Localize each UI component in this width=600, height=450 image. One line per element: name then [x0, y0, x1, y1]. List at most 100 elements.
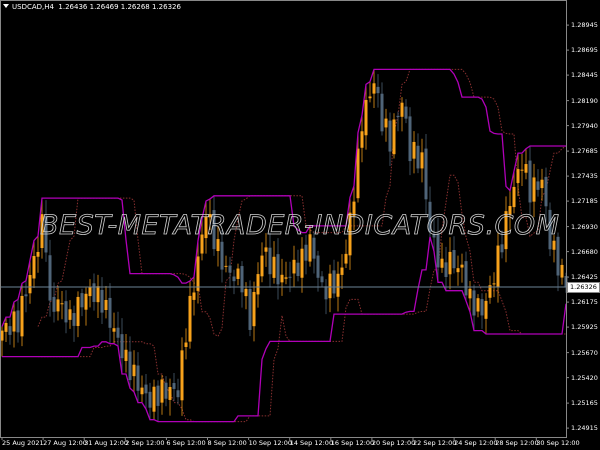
candle-bear [556, 236, 560, 276]
candle-bear [380, 93, 384, 132]
candle-bull [516, 169, 520, 183]
candle-bear [220, 241, 224, 270]
y-tick-label: 1.25420 [571, 373, 598, 382]
y-tick-label: 1.27685 [571, 147, 598, 156]
candle-bull [32, 256, 36, 279]
ohlc-low: 1.26268 [120, 3, 150, 11]
x-tick-label: 10 Sep 12:00 [248, 439, 292, 447]
candle-bull [184, 342, 188, 347]
candle-bull [356, 148, 360, 199]
candle-bull [236, 268, 240, 279]
x-tick-label: 30 Sep 12:00 [536, 439, 580, 447]
x-tick-label: 27 Aug 12:00 [43, 439, 87, 447]
candle-bear [536, 181, 540, 190]
candle-bear [408, 116, 412, 162]
candle-bear [164, 382, 168, 399]
candle-bull [36, 251, 40, 257]
ohlc-open: 1.26436 [58, 3, 88, 11]
watermark: BEST-METATRADER-INDICATORS.COM [40, 210, 560, 241]
x-tick-label: 25 Aug 2021 [2, 439, 44, 447]
candle-bull [84, 293, 88, 310]
candle-bull [68, 309, 72, 320]
ohlc-high: 1.26469 [89, 3, 119, 11]
x-tick-label: 8 Sep 12:00 [207, 439, 247, 447]
ohlc-close: 1.26326 [151, 3, 181, 11]
candle-bear [156, 385, 160, 406]
current-price-label: 1.26326 [567, 282, 600, 293]
y-tick-label: 1.27185 [571, 197, 598, 206]
candle-bull [448, 251, 452, 275]
y-tick-label: 1.26680 [571, 247, 598, 256]
candle-bull [104, 299, 108, 310]
candle-bull [256, 274, 260, 295]
candle-bear [108, 297, 112, 328]
candle-bull [468, 288, 472, 299]
y-tick-label: 1.27940 [571, 121, 598, 130]
candle-bull [524, 164, 528, 173]
candle-bull [520, 169, 524, 171]
candle-bull [456, 268, 460, 273]
candle-bear [376, 86, 380, 94]
candle-bear [116, 327, 120, 338]
candle-bull [440, 258, 444, 268]
candle-bull [532, 177, 536, 202]
candle-bull [224, 265, 228, 267]
x-tick-label: 20 Sep 12:00 [371, 439, 416, 447]
candle-bull [180, 350, 184, 401]
candle-bear [72, 313, 76, 326]
y-tick-label: 1.26175 [571, 298, 598, 307]
candle-bear [48, 255, 52, 301]
candle-bear [248, 288, 252, 330]
x-tick-label: 2 Sep 12:00 [125, 439, 165, 447]
y-tick-label: 1.27435 [571, 172, 598, 181]
candle-bull [540, 179, 544, 189]
x-tick-label: 6 Sep 12:00 [166, 439, 206, 447]
candle-bull [244, 288, 248, 297]
candle-bull [328, 273, 332, 299]
candle-bear [228, 265, 232, 273]
candle-bear [416, 145, 420, 169]
candle-bull [496, 245, 500, 288]
candle-bull [340, 267, 344, 275]
candle-bear [320, 276, 324, 283]
candle-bear [528, 160, 532, 203]
candle-bear [8, 326, 12, 335]
candle-bull [400, 102, 404, 117]
candle-bull [12, 311, 16, 332]
candle-bear [324, 286, 328, 300]
candle-bull [188, 295, 192, 342]
candle-bull [272, 256, 276, 278]
candle-bull [484, 300, 488, 319]
candle-bear [144, 384, 148, 394]
candle-bull [392, 119, 396, 155]
candle-bear [396, 115, 400, 118]
candle-bear [268, 247, 272, 275]
candle-bear [304, 244, 308, 261]
candle-bull [20, 295, 24, 337]
price-chart[interactable]: BEST-METATRADER-INDICATORS.COM [0, 0, 600, 450]
candle-bear [452, 250, 456, 269]
x-tick-label: 16 Sep 12:00 [330, 439, 375, 447]
candle-bull [140, 387, 144, 395]
candle-bear [80, 293, 84, 308]
candle-bear [100, 289, 104, 313]
channel-lower [2, 236, 567, 423]
candle-bull [280, 274, 284, 283]
y-tick-label: 1.28695 [571, 46, 598, 55]
candle-bear [232, 276, 236, 282]
candle-bull [28, 274, 32, 294]
candle-bull [368, 96, 372, 99]
candle-bear [472, 290, 476, 316]
candle-bull [492, 283, 496, 285]
y-tick-label: 1.25925 [571, 323, 598, 332]
candle-bear [444, 262, 448, 277]
candle-bull [292, 259, 296, 274]
candle-bear [24, 294, 28, 297]
dropdown-triangle-icon[interactable] [3, 4, 9, 8]
candle-bull [4, 322, 8, 332]
candle-bear [500, 244, 504, 253]
candle-bull [360, 131, 364, 148]
y-tick-label: 1.28190 [571, 96, 598, 105]
symbol-label: USDCAD,H4 [12, 3, 54, 11]
candle-bull [124, 349, 128, 361]
